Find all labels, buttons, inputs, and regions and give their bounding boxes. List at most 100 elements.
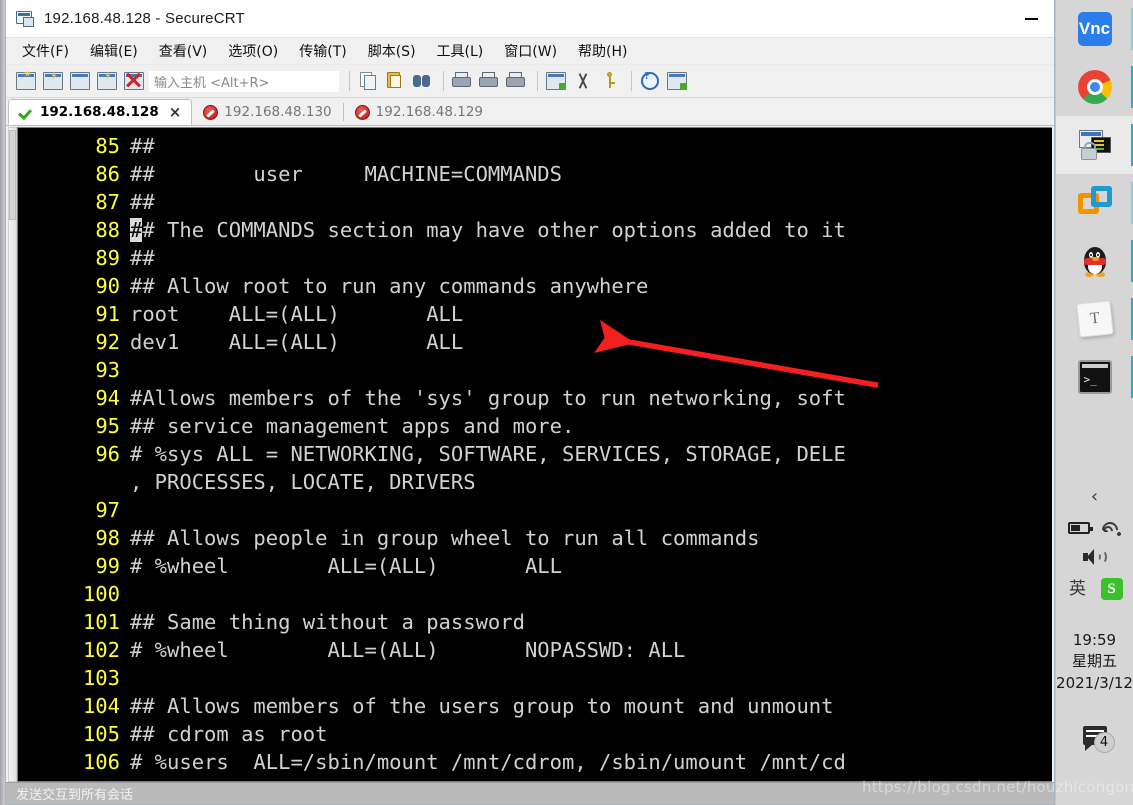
line-number: 87 bbox=[95, 190, 120, 214]
menu-options[interactable]: 选项(O) bbox=[226, 39, 280, 63]
action-center-icon[interactable]: 4 bbox=[1075, 720, 1115, 753]
clock-date: 2021/3/12 bbox=[1056, 673, 1133, 692]
minimize-button[interactable] bbox=[1008, 0, 1054, 30]
tray-row-ime: 英 S bbox=[1056, 578, 1133, 600]
print-screen-icon[interactable] bbox=[450, 69, 474, 93]
line-number: 86 bbox=[95, 162, 120, 186]
line-number: 90 bbox=[95, 274, 120, 298]
tab-label: 192.168.48.128 bbox=[40, 104, 159, 120]
line-number: 100 bbox=[82, 582, 120, 606]
chrome-icon bbox=[1077, 70, 1112, 104]
securecrt-icon bbox=[16, 10, 36, 28]
sogou-icon[interactable]: S bbox=[1100, 578, 1123, 600]
taskbar-item-chrome[interactable] bbox=[1056, 58, 1133, 116]
help-icon[interactable]: ? bbox=[638, 69, 662, 93]
tab-192-168-48-129[interactable]: 192.168.48.129 bbox=[344, 99, 494, 125]
vnc-viewer-icon: Vnc bbox=[1077, 12, 1112, 46]
wifi-icon[interactable] bbox=[1098, 518, 1122, 542]
menu-bar: 文件(F) 编辑(E) 查看(V) 选项(O) 传输(T) 脚本(S) 工具(L… bbox=[6, 38, 1054, 65]
status-text: 发送交互到所有会话 bbox=[16, 788, 134, 803]
arrange-windows-icon[interactable] bbox=[665, 69, 689, 93]
screen: 192.168.48.128 - SecureCRT 文件(F) 编辑(E) 查… bbox=[0, 0, 1133, 805]
menu-window[interactable]: 窗口(W) bbox=[502, 39, 559, 63]
terminal-line: 96 # %sys ALL = NETWORKING, SOFTWARE, SER… bbox=[18, 440, 1052, 468]
copy-icon[interactable] bbox=[356, 69, 380, 93]
taskbar-item-vnc[interactable]: Vnc bbox=[1056, 0, 1133, 58]
terminal-line: 86 ## user MACHINE=COMMANDS bbox=[18, 160, 1052, 188]
session-settings-icon[interactable] bbox=[571, 69, 595, 93]
taskbar-item-securecrt[interactable] bbox=[1055, 116, 1133, 174]
menu-help[interactable]: 帮助(H) bbox=[576, 39, 629, 63]
taskbar-item-tim[interactable]: T bbox=[1056, 290, 1133, 348]
terminal-line: 93 bbox=[18, 356, 1052, 384]
terminal-line: 94 #Allows members of the 'sys' group to … bbox=[18, 384, 1052, 412]
tab-label: 192.168.48.129 bbox=[375, 104, 484, 120]
menu-file[interactable]: 文件(F) bbox=[20, 39, 71, 63]
taskbar-item-qq[interactable] bbox=[1056, 232, 1133, 290]
menu-view[interactable]: 查看(V) bbox=[157, 39, 210, 63]
key-icon[interactable] bbox=[598, 69, 622, 93]
notification-count: 4 bbox=[1093, 731, 1115, 753]
taskbar-item-terminal[interactable] bbox=[1056, 348, 1133, 406]
line-number: 101 bbox=[82, 610, 120, 634]
print-icon[interactable] bbox=[504, 69, 528, 93]
line-text: root ALL=(ALL) ALL bbox=[130, 302, 464, 326]
menu-transfer[interactable]: 传输(T) bbox=[297, 39, 348, 63]
line-text: ## Same thing without a password bbox=[130, 610, 525, 634]
tab-192-168-48-128[interactable]: 192.168.48.128 × bbox=[8, 99, 193, 125]
menu-edit[interactable]: 编辑(E) bbox=[88, 39, 140, 63]
menu-tools[interactable]: 工具(L) bbox=[435, 39, 486, 63]
terminal-line: 100 bbox=[18, 580, 1052, 608]
reconnect-icon[interactable] bbox=[95, 69, 119, 93]
vmware-icon bbox=[1077, 186, 1112, 220]
ime-icon[interactable]: 英 bbox=[1067, 579, 1089, 599]
battery-icon[interactable] bbox=[1067, 522, 1093, 534]
connected-check-icon bbox=[19, 105, 34, 119]
tab-strip: 192.168.48.128 × 192.168.48.130 192.168.… bbox=[6, 98, 1054, 126]
windows-taskbar: Vnc T >_ ‹ 英 S 19:59 星期五 2021/3/12 4 bbox=[1055, 0, 1133, 805]
paste-icon[interactable] bbox=[383, 69, 407, 93]
chevron-left-icon[interactable]: ‹ bbox=[1091, 488, 1098, 506]
tab-close-icon[interactable]: × bbox=[169, 104, 182, 120]
title-bar: 192.168.48.128 - SecureCRT bbox=[6, 0, 1054, 38]
line-text: # %wheel ALL=(ALL) ALL bbox=[130, 554, 562, 578]
volume-icon[interactable] bbox=[1082, 548, 1107, 566]
tray-row-volume bbox=[1056, 548, 1133, 566]
terminal-icon bbox=[1077, 360, 1112, 394]
terminal-line: 85 ## bbox=[18, 132, 1052, 160]
find-icon[interactable] bbox=[410, 69, 434, 93]
line-number: 98 bbox=[95, 526, 120, 550]
session-options-icon[interactable] bbox=[544, 69, 568, 93]
toolbar: 输入主机 <Alt+R> ? bbox=[6, 65, 1054, 98]
line-number: 95 bbox=[95, 414, 120, 438]
connect-sftp-icon[interactable] bbox=[41, 69, 65, 93]
line-number: 94 bbox=[95, 386, 120, 410]
log-session-icon[interactable] bbox=[477, 69, 501, 93]
new-session-icon[interactable] bbox=[14, 69, 38, 93]
tab-label: 192.168.48.130 bbox=[224, 104, 332, 120]
line-number: 106 bbox=[82, 750, 120, 774]
terminal-line: 97 bbox=[18, 496, 1052, 524]
terminal-scrollbar[interactable] bbox=[8, 127, 17, 782]
line-number: 96 bbox=[95, 442, 120, 466]
line-number: 102 bbox=[82, 638, 120, 662]
line-text: , PROCESSES, LOCATE, DRIVERS bbox=[130, 470, 476, 494]
taskbar-item-vmware[interactable] bbox=[1056, 174, 1133, 232]
clone-session-icon[interactable] bbox=[68, 69, 92, 93]
menu-script[interactable]: 脚本(S) bbox=[366, 39, 418, 63]
toolbar-separator bbox=[349, 71, 350, 91]
terminal-line: 90 ## Allow root to run any commands anyw… bbox=[18, 272, 1052, 300]
line-number: 92 bbox=[95, 330, 120, 354]
tab-192-168-48-130[interactable]: 192.168.48.130 bbox=[192, 99, 342, 125]
clock[interactable]: 19:59 星期五 2021/3/12 bbox=[1056, 630, 1133, 694]
status-bar: 发送交互到所有会话 bbox=[6, 782, 1054, 804]
host-input[interactable]: 输入主机 <Alt+R> bbox=[149, 70, 339, 92]
terminal-cursor: # bbox=[130, 218, 143, 242]
line-text: # %users ALL=/sbin/mount /mnt/cdrom, /sb… bbox=[130, 750, 846, 774]
tray-row-power bbox=[1056, 518, 1133, 542]
terminal-area: 85 ## 86 ## user MACHINE=COMMANDS 87 ## 88 ## T… bbox=[6, 126, 1054, 782]
line-number: 104 bbox=[82, 694, 120, 718]
disconnect-icon[interactable] bbox=[122, 69, 146, 93]
terminal-output[interactable]: 85 ## 86 ## user MACHINE=COMMANDS 87 ## 88 ## T… bbox=[17, 127, 1052, 782]
scrollbar-thumb[interactable] bbox=[9, 130, 16, 220]
